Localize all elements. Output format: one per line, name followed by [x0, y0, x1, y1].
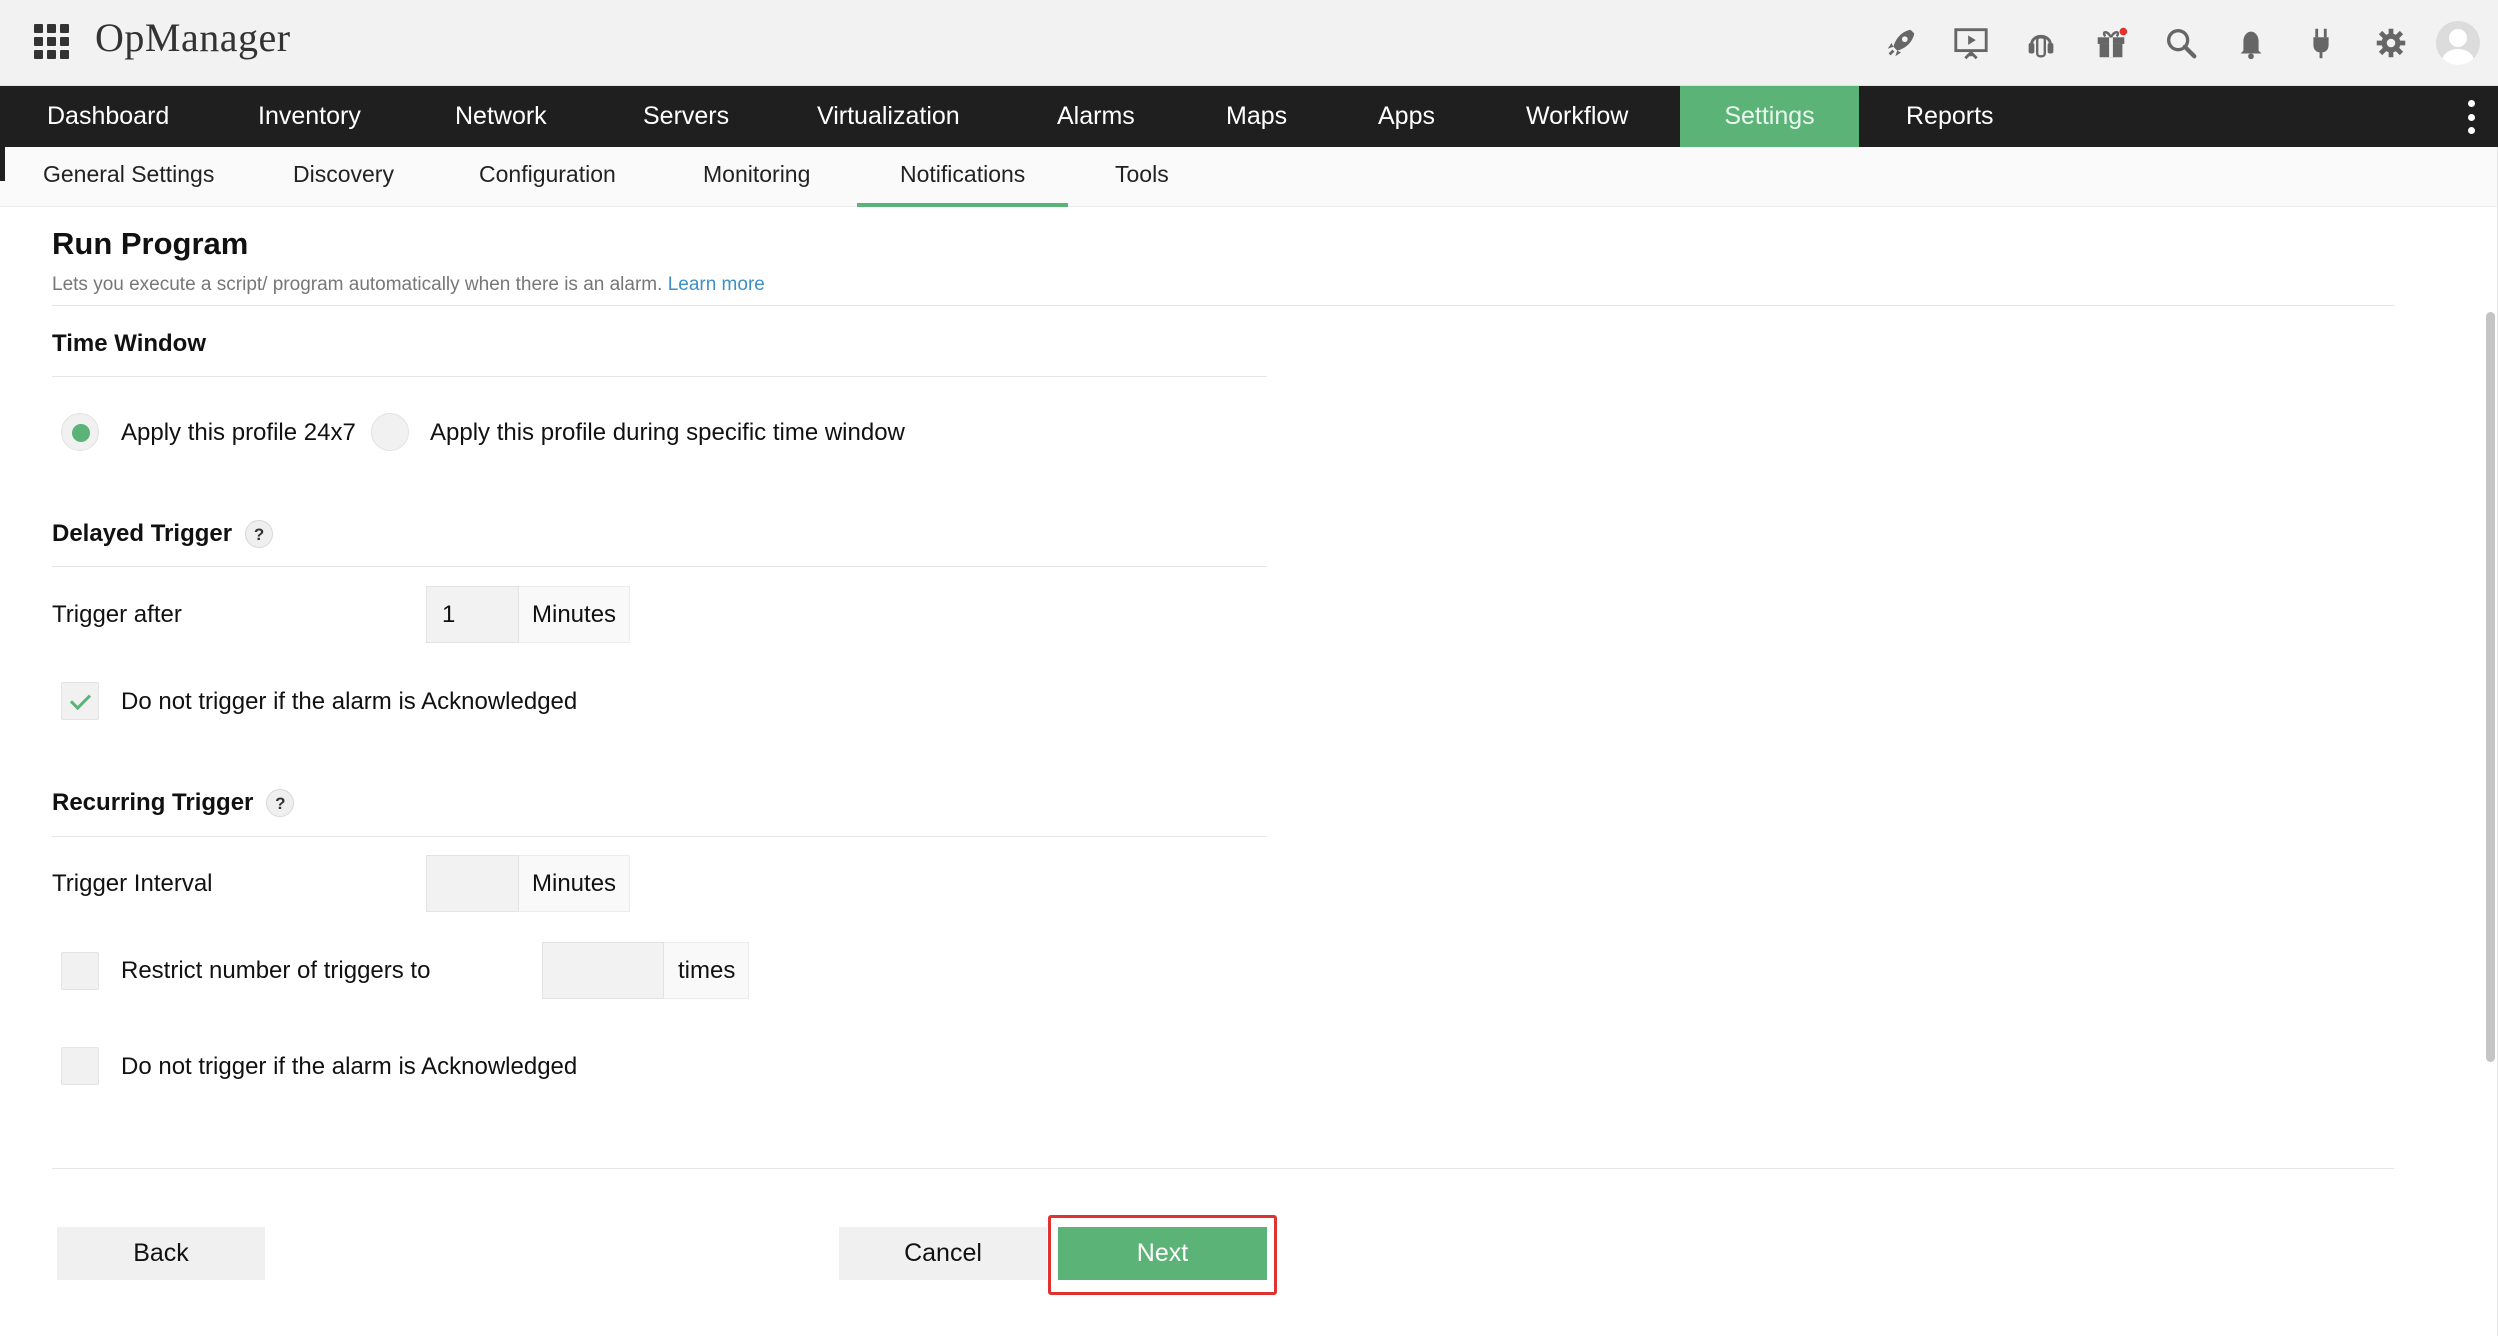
avatar-icon[interactable] [2436, 21, 2480, 65]
tab-general-settings[interactable]: General Settings [0, 147, 257, 207]
recurring-trigger-help-icon[interactable]: ? [266, 789, 295, 817]
page-description: Lets you execute a script/ program autom… [52, 274, 765, 296]
main-nav: Dashboard Inventory Network Servers Virt… [0, 86, 2498, 147]
more-menu-icon[interactable] [2468, 100, 2476, 134]
tab-monitoring[interactable]: Monitoring [660, 147, 853, 207]
radio-specific-time-window-label: Apply this profile during specific time … [430, 419, 905, 446]
nav-alarms[interactable]: Alarms [1010, 86, 1182, 147]
footer-divider [52, 1168, 2394, 1169]
trigger-interval-label: Trigger Interval [52, 870, 213, 897]
restrict-triggers-checkbox[interactable] [61, 952, 99, 990]
support-icon[interactable] [2006, 0, 2076, 86]
delayed-no-trigger-ack-checkbox[interactable] [61, 682, 99, 720]
page-title: Run Program [52, 226, 249, 261]
search-icon[interactable] [2146, 0, 2216, 86]
nav-workflow[interactable]: Workflow [1479, 86, 1675, 147]
tab-discovery[interactable]: Discovery [250, 147, 437, 207]
radio-specific-time-window[interactable] [371, 413, 409, 451]
nav-servers[interactable]: Servers [596, 86, 776, 147]
recurring-no-trigger-ack-checkbox[interactable] [61, 1047, 99, 1085]
nav-network[interactable]: Network [408, 86, 594, 147]
delayed-no-trigger-ack-label: Do not trigger if the alarm is Acknowled… [121, 688, 578, 715]
plug-icon[interactable] [2286, 0, 2356, 86]
next-button-highlight [1048, 1215, 1277, 1295]
radio-24x7[interactable] [61, 413, 99, 451]
vertical-scrollbar[interactable] [2486, 312, 2495, 1062]
recurring-trigger-divider [52, 836, 1267, 837]
nav-apps[interactable]: Apps [1331, 86, 1482, 147]
recurring-trigger-title: Recurring Trigger ? [52, 789, 295, 817]
learn-more-link[interactable]: Learn more [668, 274, 765, 295]
nav-settings[interactable]: Settings [1680, 86, 1859, 147]
trigger-after-input[interactable]: 1 [426, 586, 519, 643]
time-window-divider [52, 376, 1267, 377]
tab-configuration[interactable]: Configuration [436, 147, 659, 207]
delayed-trigger-help-icon[interactable]: ? [245, 520, 274, 548]
restrict-triggers-input[interactable] [542, 942, 664, 999]
cancel-button[interactable]: Cancel [839, 1227, 1047, 1280]
header-divider [52, 305, 2394, 306]
trigger-interval-input[interactable] [426, 855, 519, 912]
top-header: OpManager [0, 0, 2498, 86]
recurring-trigger-title-text: Recurring Trigger [52, 789, 254, 816]
tab-tools[interactable]: Tools [1072, 147, 1212, 207]
nav-reports[interactable]: Reports [1859, 86, 2041, 147]
delayed-trigger-divider [52, 566, 1267, 567]
tab-notifications[interactable]: Notifications [857, 147, 1069, 207]
radio-24x7-label: Apply this profile 24x7 [121, 419, 356, 446]
bell-icon[interactable] [2216, 0, 2286, 86]
nav-dashboard[interactable]: Dashboard [0, 86, 216, 147]
trigger-interval-unit: Minutes [519, 855, 631, 912]
gift-icon[interactable] [2076, 0, 2146, 86]
nav-maps[interactable]: Maps [1179, 86, 1334, 147]
restrict-triggers-unit: times [664, 942, 750, 999]
sub-nav: General Settings Discovery Configuration… [0, 147, 2498, 207]
rocket-icon[interactable] [1866, 0, 1936, 86]
restrict-triggers-label: Restrict number of triggers to [121, 957, 431, 984]
apps-grid-icon[interactable] [34, 24, 69, 59]
nav-virtualization[interactable]: Virtualization [770, 86, 1007, 147]
recurring-no-trigger-ack-label: Do not trigger if the alarm is Acknowled… [121, 1053, 578, 1080]
time-window-title: Time Window [52, 330, 206, 358]
delayed-trigger-title: Delayed Trigger ? [52, 520, 274, 548]
back-button[interactable]: Back [57, 1227, 265, 1280]
header-icons [1866, 0, 2498, 86]
time-window-title-text: Time Window [52, 330, 207, 357]
presentation-icon[interactable] [1936, 0, 2006, 86]
page-description-text: Lets you execute a script/ program autom… [52, 274, 663, 295]
trigger-after-unit: Minutes [519, 586, 631, 643]
delayed-trigger-title-text: Delayed Trigger [52, 520, 233, 547]
nav-inventory[interactable]: Inventory [211, 86, 408, 147]
gear-icon[interactable] [2356, 0, 2426, 86]
trigger-after-label: Trigger after [52, 601, 182, 628]
app-title: OpManager [95, 15, 291, 60]
